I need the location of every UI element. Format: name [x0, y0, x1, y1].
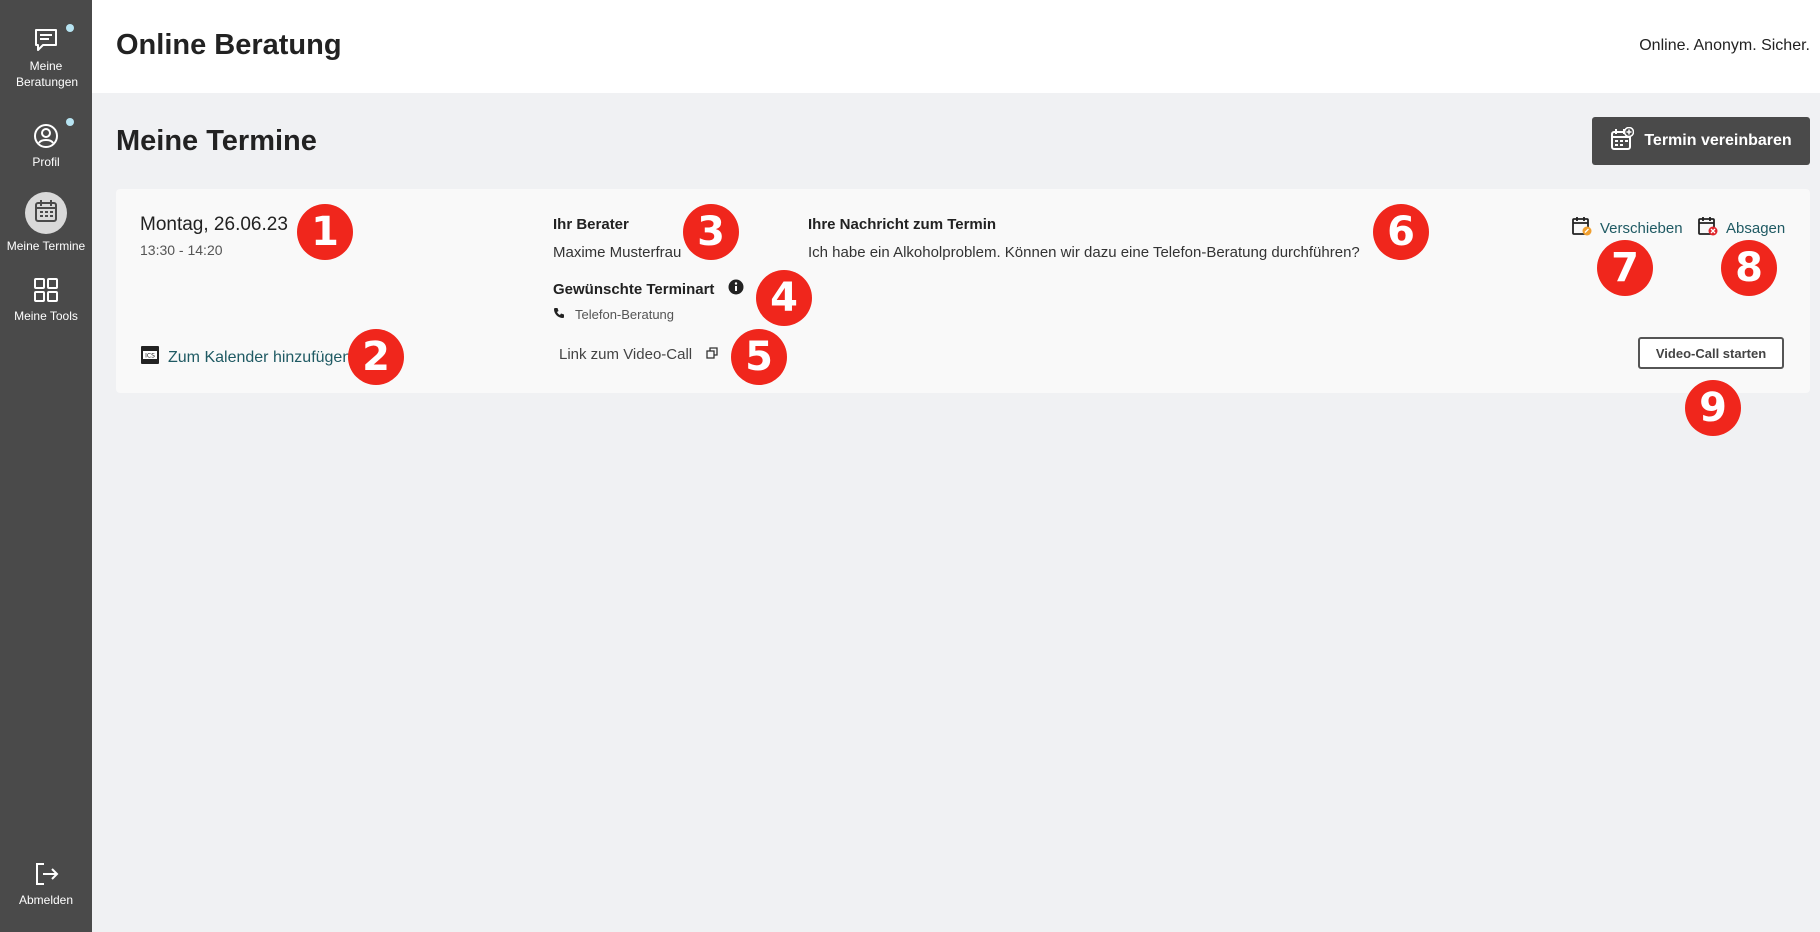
profile-icon [32, 118, 74, 150]
main-content: Meine Termine Termin vereinbaren Montag,… [92, 93, 1820, 932]
copy-icon[interactable] [706, 346, 718, 363]
svg-text:ICS: ICS [145, 353, 155, 360]
appointment-type-value: Telefon-Beratung [553, 307, 674, 322]
annotation-marker-6: 6 [1373, 204, 1429, 260]
sidebar-item-label: Meine Beratungen [16, 59, 79, 89]
appointment-type-label-text: Gewünschte Terminart [553, 280, 715, 298]
sidebar-item-label: Profil [32, 155, 60, 169]
calendar-cancel-icon [1698, 216, 1718, 240]
page-title: Meine Termine [116, 125, 317, 157]
appointment-type-label: Gewünschte Terminart [553, 279, 744, 299]
annotation-marker-3: 3 [683, 204, 739, 260]
tagline: Online. Anonym. Sicher. [1639, 37, 1810, 54]
logout-icon [32, 860, 60, 888]
app-title: Online Beratung [116, 29, 342, 61]
sidebar: Meine Beratungen Profil Meine Termine Me… [0, 0, 92, 932]
appointment-time: 13:30 - 14:20 [140, 242, 223, 258]
cancel-label: Absagen [1726, 219, 1786, 237]
sidebar-item-label: Meine Tools [14, 309, 78, 323]
message-text: Ich habe ein Alkoholproblem. Können wir … [808, 244, 1360, 261]
app-header: Online Beratung Online. Anonym. Sicher. [92, 0, 1820, 93]
add-to-calendar-link[interactable]: ICS Zum Kalender hinzufügen [140, 345, 351, 370]
annotation-marker-4: 4 [756, 270, 812, 326]
annotation-marker-2: 2 [348, 329, 404, 385]
sidebar-item-profil[interactable]: Profil [0, 118, 92, 170]
ics-file-icon: ICS [140, 345, 160, 370]
notification-dot [66, 118, 74, 126]
calendar-edit-icon [1572, 216, 1592, 240]
sidebar-item-meine-termine[interactable]: Meine Termine [0, 192, 92, 254]
termin-vereinbaren-button[interactable]: Termin vereinbaren [1592, 117, 1810, 165]
annotation-marker-9: 9 [1685, 380, 1741, 436]
logout-label: Abmelden [18, 893, 74, 907]
phone-icon [553, 307, 565, 322]
notification-dot [66, 24, 74, 32]
annotation-marker-8: 8 [1721, 240, 1777, 296]
cancel-link[interactable]: Absagen [1698, 216, 1785, 240]
annotation-marker-1: 1 [297, 204, 353, 260]
sidebar-item-label: Meine Termine [6, 239, 86, 253]
annotation-marker-7: 7 [1597, 240, 1653, 296]
logout-button[interactable]: Abmelden [0, 860, 92, 908]
chat-icon [32, 24, 74, 54]
sidebar-item-meine-tools[interactable]: Meine Tools [0, 276, 92, 324]
video-call-link-label: Link zum Video-Call [559, 346, 693, 363]
message-label: Ihre Nachricht zum Termin [808, 216, 997, 233]
annotation-marker-5: 5 [731, 329, 787, 385]
grid-icon [32, 276, 60, 304]
appointment-date: Montag, 26.06.23 [140, 214, 288, 235]
button-label: Termin vereinbaren [1644, 132, 1792, 149]
start-video-call-button[interactable]: Video-Call starten [1638, 337, 1784, 369]
add-to-calendar-label: Zum Kalender hinzufügen [168, 348, 352, 366]
calendar-add-icon [1610, 126, 1635, 156]
advisor-label: Ihr Berater [553, 216, 629, 233]
calendar-icon [33, 198, 59, 228]
appointment-type-text: Telefon-Beratung [575, 307, 675, 322]
active-indicator [25, 192, 67, 234]
info-icon[interactable] [728, 279, 744, 299]
video-call-link[interactable]: Link zum Video-Call [559, 346, 718, 363]
advisor-name: Maxime Musterfrau [553, 244, 682, 261]
reschedule-label: Verschieben [1600, 219, 1683, 237]
reschedule-link[interactable]: Verschieben [1572, 216, 1683, 240]
sidebar-item-meine-beratungen[interactable]: Meine Beratungen [0, 24, 92, 90]
